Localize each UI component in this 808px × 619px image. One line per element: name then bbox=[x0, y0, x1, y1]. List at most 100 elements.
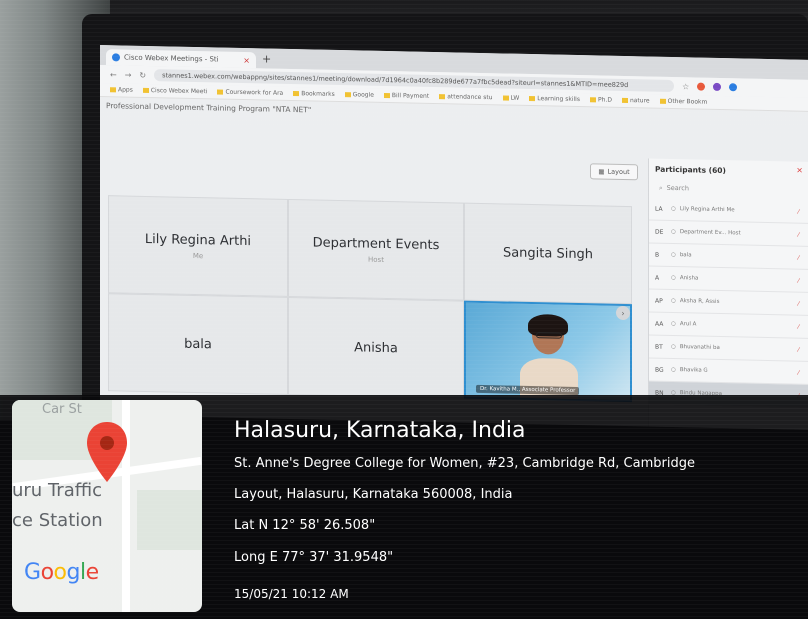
extension-icon[interactable] bbox=[697, 82, 706, 91]
participant-row[interactable]: AP ○ Aksha R, Assis ⁄ bbox=[649, 289, 808, 316]
participant-row[interactable]: LA ○ Lily Regina Arthi Me ⁄ bbox=[649, 197, 808, 224]
close-icon[interactable]: × bbox=[243, 56, 250, 65]
folder-icon bbox=[344, 92, 351, 98]
tile-name: Anisha bbox=[354, 339, 398, 356]
participant-name: Arul A bbox=[679, 321, 697, 328]
participant-tile[interactable]: bala bbox=[108, 293, 288, 395]
laptop-screen: Cisco Webex Meetings - Sti × + ← → ↻ sta… bbox=[100, 45, 808, 430]
participants-search[interactable]: ⌕ Search bbox=[659, 182, 803, 197]
participant-tile[interactable]: Anisha bbox=[288, 296, 464, 399]
user-icon: ○ bbox=[671, 343, 676, 351]
google-logo: Google bbox=[24, 560, 99, 585]
participants-header: Participants (60) bbox=[655, 164, 726, 176]
participant-name: Bhuvanathi ba bbox=[679, 344, 720, 351]
tile-role: Host bbox=[368, 255, 384, 264]
bookmark-item[interactable]: Bill Payment bbox=[383, 92, 430, 100]
muted-mic-icon[interactable]: ⁄ bbox=[798, 300, 799, 307]
bookmark-label: Bill Payment bbox=[391, 92, 430, 100]
participants-panel: Participants (60) × ⌕ Search LA ○ Lily Reg… bbox=[648, 158, 808, 430]
map-place-label: ce Station bbox=[12, 510, 103, 531]
bookmark-item[interactable]: Learning skills bbox=[529, 95, 580, 103]
google-logo-letter: G bbox=[24, 560, 41, 585]
timestamp: 15/05/21 10:12 AM bbox=[234, 587, 349, 601]
star-icon[interactable]: ☆ bbox=[682, 82, 689, 91]
map-street-label: Car St bbox=[42, 402, 82, 417]
bookmark-item[interactable]: nature bbox=[621, 97, 650, 105]
bookmark-item[interactable]: Bookmarks bbox=[293, 90, 335, 98]
tile-role: Me bbox=[192, 251, 204, 260]
participant-initials: AP bbox=[655, 297, 663, 305]
speaker-video-image bbox=[516, 313, 578, 400]
layout-button[interactable]: ▦ Layout bbox=[590, 163, 638, 181]
bookmark-item[interactable]: Other Bookm bbox=[659, 98, 707, 106]
participant-row[interactable]: DE ○ Department Ev... Host ⁄ bbox=[649, 220, 808, 247]
participant-row[interactable]: AA ○ Arul A ⁄ bbox=[649, 312, 808, 339]
next-page-button[interactable]: › bbox=[616, 305, 630, 321]
participant-initials: BG bbox=[655, 366, 664, 374]
bookmark-item[interactable]: attendance stu bbox=[439, 93, 493, 102]
participant-initials: B bbox=[655, 251, 660, 259]
participant-row[interactable]: BG ○ Bhavika G ⁄ bbox=[649, 358, 808, 385]
bookmark-item[interactable]: Cisco Webex Meeti bbox=[142, 87, 207, 95]
user-icon: ○ bbox=[671, 366, 676, 374]
participant-tile[interactable]: Lily Regina Arthi Me bbox=[108, 195, 288, 297]
folder-icon bbox=[217, 89, 224, 95]
video-name-tag: Dr. Kavitha M., Associate Professor bbox=[476, 384, 580, 396]
participant-name: Bhavika G bbox=[679, 367, 708, 374]
participant-row[interactable]: BT ○ Bhuvanathi ba ⁄ bbox=[649, 335, 808, 362]
participant-tile[interactable]: Department Events Host bbox=[288, 198, 464, 301]
reload-icon[interactable]: ↻ bbox=[139, 70, 146, 79]
participant-initials: DE bbox=[655, 228, 664, 236]
user-icon: ○ bbox=[671, 205, 676, 213]
muted-mic-icon[interactable]: ⁄ bbox=[798, 369, 799, 376]
bookmark-label: LW bbox=[510, 94, 520, 102]
folder-icon bbox=[439, 94, 446, 100]
close-icon[interactable]: × bbox=[796, 166, 803, 175]
profile-avatar-icon[interactable] bbox=[729, 83, 738, 92]
extension-icon[interactable] bbox=[713, 82, 722, 92]
bookmark-item[interactable]: Google bbox=[344, 91, 374, 99]
meeting-title: Professional Development Training Progra… bbox=[106, 101, 312, 115]
tile-name: Sangita Singh bbox=[502, 244, 594, 262]
bookmark-label: attendance stu bbox=[447, 93, 493, 102]
user-icon: ○ bbox=[671, 274, 676, 282]
bookmark-label: Google bbox=[352, 91, 374, 99]
bookmark-label: nature bbox=[629, 97, 650, 105]
participant-name: Anisha bbox=[679, 275, 699, 282]
muted-mic-icon[interactable]: ⁄ bbox=[798, 254, 799, 261]
participant-name: Department Ev... Host bbox=[679, 229, 741, 237]
participant-tile[interactable]: Sangita Singh bbox=[464, 202, 632, 305]
address-line-1: St. Anne's Degree College for Women, #23… bbox=[234, 456, 695, 471]
new-tab-button[interactable]: + bbox=[262, 52, 271, 65]
back-arrow-icon[interactable]: ← bbox=[110, 70, 117, 79]
google-logo-letter: o bbox=[53, 560, 67, 585]
muted-mic-icon[interactable]: ⁄ bbox=[798, 277, 799, 284]
forward-arrow-icon[interactable]: → bbox=[125, 70, 132, 79]
participant-row[interactable]: B ○ bala ⁄ bbox=[649, 243, 808, 270]
folder-icon bbox=[621, 97, 628, 104]
longitude: Long E 77° 37' 31.9548" bbox=[234, 550, 394, 565]
participant-row[interactable]: A ○ Anisha ⁄ bbox=[649, 266, 808, 293]
bookmark-label: Coursework for Ara bbox=[225, 88, 284, 97]
muted-mic-icon[interactable]: ⁄ bbox=[798, 323, 799, 330]
webex-favicon-icon bbox=[112, 53, 120, 62]
grid-icon: ▦ bbox=[598, 167, 605, 176]
folder-icon bbox=[383, 92, 390, 99]
user-icon: ○ bbox=[671, 297, 676, 305]
search-icon: ⌕ bbox=[659, 183, 663, 192]
map-block bbox=[137, 490, 202, 550]
bookmark-item[interactable]: Coursework for Ara bbox=[217, 88, 284, 97]
bookmark-label: Ph.D bbox=[597, 96, 612, 104]
muted-mic-icon[interactable]: ⁄ bbox=[798, 231, 799, 238]
active-speaker-video-tile[interactable]: Dr. Kavitha M., Associate Professor bbox=[464, 300, 632, 403]
map-thumbnail: Car St uru Traffic ce Station Google bbox=[12, 400, 202, 612]
muted-mic-icon[interactable]: ⁄ bbox=[798, 208, 799, 215]
participant-name: Lily Regina Arthi Me bbox=[679, 206, 735, 214]
muted-mic-icon[interactable]: ⁄ bbox=[798, 346, 799, 353]
bookmark-item[interactable]: LW bbox=[502, 94, 520, 102]
bookmark-item[interactable]: Apps bbox=[110, 86, 133, 94]
map-pin-icon bbox=[87, 422, 127, 482]
bookmark-item[interactable]: Ph.D bbox=[589, 96, 612, 104]
user-icon: ○ bbox=[671, 228, 676, 236]
google-logo-letter: o bbox=[40, 560, 54, 585]
